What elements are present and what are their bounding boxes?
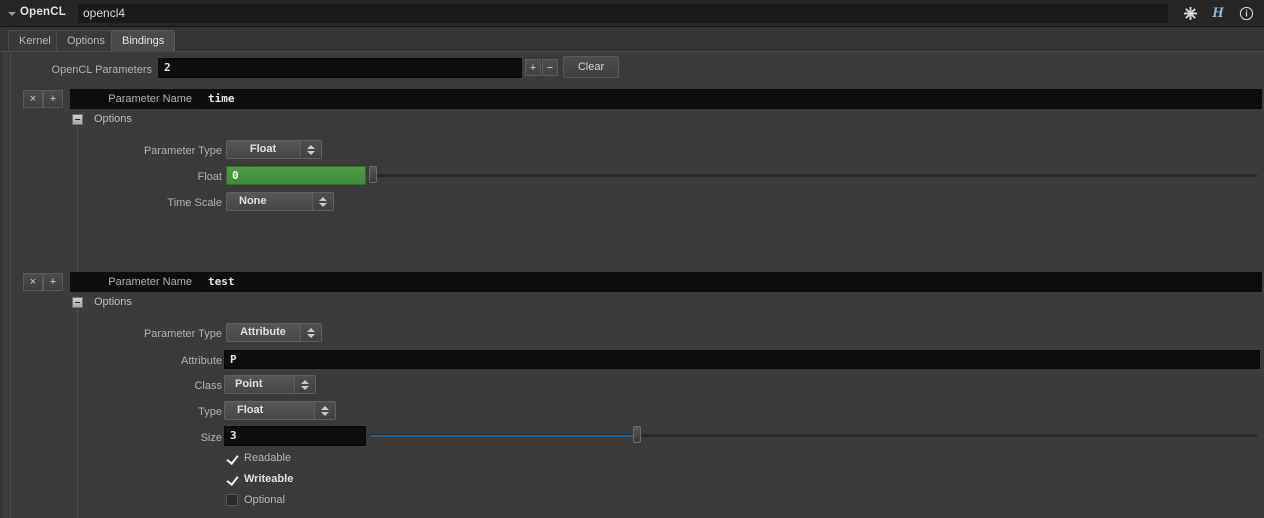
instance-2-options-collapse-toggle[interactable] — [72, 297, 83, 308]
bindings-tab-content: OpenCL Parameters 2 + − Clear × + Parame… — [0, 52, 1264, 518]
clear-parameters-button[interactable]: Clear — [563, 56, 619, 78]
opencl-parameters-label: OpenCL Parameters — [51, 64, 152, 76]
info-icon[interactable] — [1236, 4, 1256, 24]
instance-1-parameter-name-field[interactable]: time — [202, 89, 1260, 109]
instance-2-parameter-type-label: Parameter Type — [143, 328, 222, 340]
instance-2-parameter-name-field[interactable]: test — [202, 272, 1260, 292]
instance-2-type-label: Type — [198, 406, 222, 418]
instance-1-time-scale-label: Time Scale — [167, 197, 222, 209]
instance-2-parameter-name-label: Parameter Name — [108, 276, 192, 288]
instance-2-optional-label: Optional — [244, 494, 285, 506]
slider-tick — [954, 438, 955, 441]
instance-2-class-label: Class — [194, 380, 222, 392]
instance-1-options-collapse-toggle[interactable] — [72, 114, 83, 125]
instance-2-type-value: Float — [237, 404, 264, 416]
tab-bindings[interactable]: Bindings — [111, 30, 176, 51]
chevron-updown-icon[interactable] — [300, 141, 321, 158]
instance-2-type-menu[interactable]: Float — [224, 401, 336, 420]
slider-tick — [1191, 438, 1192, 441]
panel-titlebar: OpenCL opencl4 H — [0, 0, 1264, 27]
instance-2-attribute-label: Attribute — [181, 355, 222, 367]
titlebar-icons: H — [1180, 0, 1260, 27]
instance-2-options-group-label: Options — [94, 296, 132, 308]
chevron-updown-icon[interactable] — [314, 402, 335, 419]
instance-1-time-scale-value: None — [239, 195, 267, 207]
instance-2-readable-label: Readable — [244, 452, 292, 464]
tab-options[interactable]: Options — [56, 30, 116, 51]
opencl-parameters-count-field[interactable]: 2 — [158, 58, 522, 78]
instance-1-remove-button[interactable]: × — [23, 90, 43, 108]
slider-tick — [1033, 438, 1034, 441]
slider-tick — [559, 438, 560, 441]
panel-left-rail — [10, 52, 11, 518]
instance-2-readable-checkbox[interactable] — [226, 452, 238, 464]
slider-tick — [796, 438, 797, 441]
instance-1-float-field[interactable]: 0 — [226, 166, 366, 185]
slider-tick — [1112, 438, 1113, 441]
instance-1-float-slider-handle[interactable] — [369, 166, 377, 183]
node-type-label: OpenCL — [20, 6, 66, 18]
instance-1-parameter-name-label: Parameter Name — [108, 93, 192, 105]
node-name-field[interactable]: opencl4 — [78, 4, 1168, 23]
instance-1-parameter-type-menu[interactable]: Float — [226, 140, 322, 159]
instance-1-parameter-type-value: Float — [249, 143, 277, 155]
instance-2-attribute-field[interactable]: P — [224, 350, 1260, 369]
add-parameter-button[interactable]: + — [525, 59, 541, 76]
instance-2-class-value: Point — [235, 378, 263, 390]
chevron-updown-icon[interactable] — [312, 193, 333, 210]
instance-2-size-slider-handle[interactable] — [633, 426, 641, 443]
instance-2-parameter-type-menu[interactable]: Attribute — [226, 323, 322, 342]
slider-tick — [480, 438, 481, 441]
gear-icon[interactable] — [1180, 4, 1200, 24]
opencl-parameter-panel: OpenCL opencl4 H Kernel Options Bindings… — [0, 0, 1264, 518]
instance-2-writeable-checkbox[interactable] — [226, 473, 238, 485]
instance-2-size-label: Size — [200, 432, 222, 444]
instance-1-time-scale-menu[interactable]: None — [226, 192, 334, 211]
chevron-updown-icon[interactable] — [300, 324, 321, 341]
tab-bar: Kernel Options Bindings — [0, 27, 1264, 52]
instance-2-size-field[interactable]: 3 — [224, 426, 366, 446]
slider-tick — [717, 438, 718, 441]
instance-2-size-slider-fill[interactable] — [371, 434, 637, 437]
instance-2-class-menu[interactable]: Point — [224, 375, 316, 394]
houdini-logo-icon[interactable]: H — [1208, 4, 1228, 24]
instance-1-options-group-label: Options — [94, 113, 132, 125]
instance-2-size-slider-track[interactable] — [641, 434, 1257, 437]
instance-2-remove-button[interactable]: × — [23, 273, 43, 291]
instance-1-parameter-type-label: Parameter Type — [143, 145, 222, 157]
remove-parameter-button[interactable]: − — [542, 59, 558, 76]
instance-1-float-slider-track[interactable] — [377, 174, 1257, 177]
instance-2-optional-checkbox[interactable] — [226, 494, 238, 506]
slider-tick — [875, 438, 876, 441]
instance-2-parameter-type-value: Attribute — [240, 326, 286, 338]
chevron-updown-icon[interactable] — [294, 376, 315, 393]
chevron-down-icon[interactable] — [8, 12, 16, 16]
instance-1-float-label: Float — [197, 171, 222, 183]
instance-2-writeable-label: Writeable — [244, 473, 294, 485]
tab-kernel[interactable]: Kernel — [8, 30, 62, 51]
